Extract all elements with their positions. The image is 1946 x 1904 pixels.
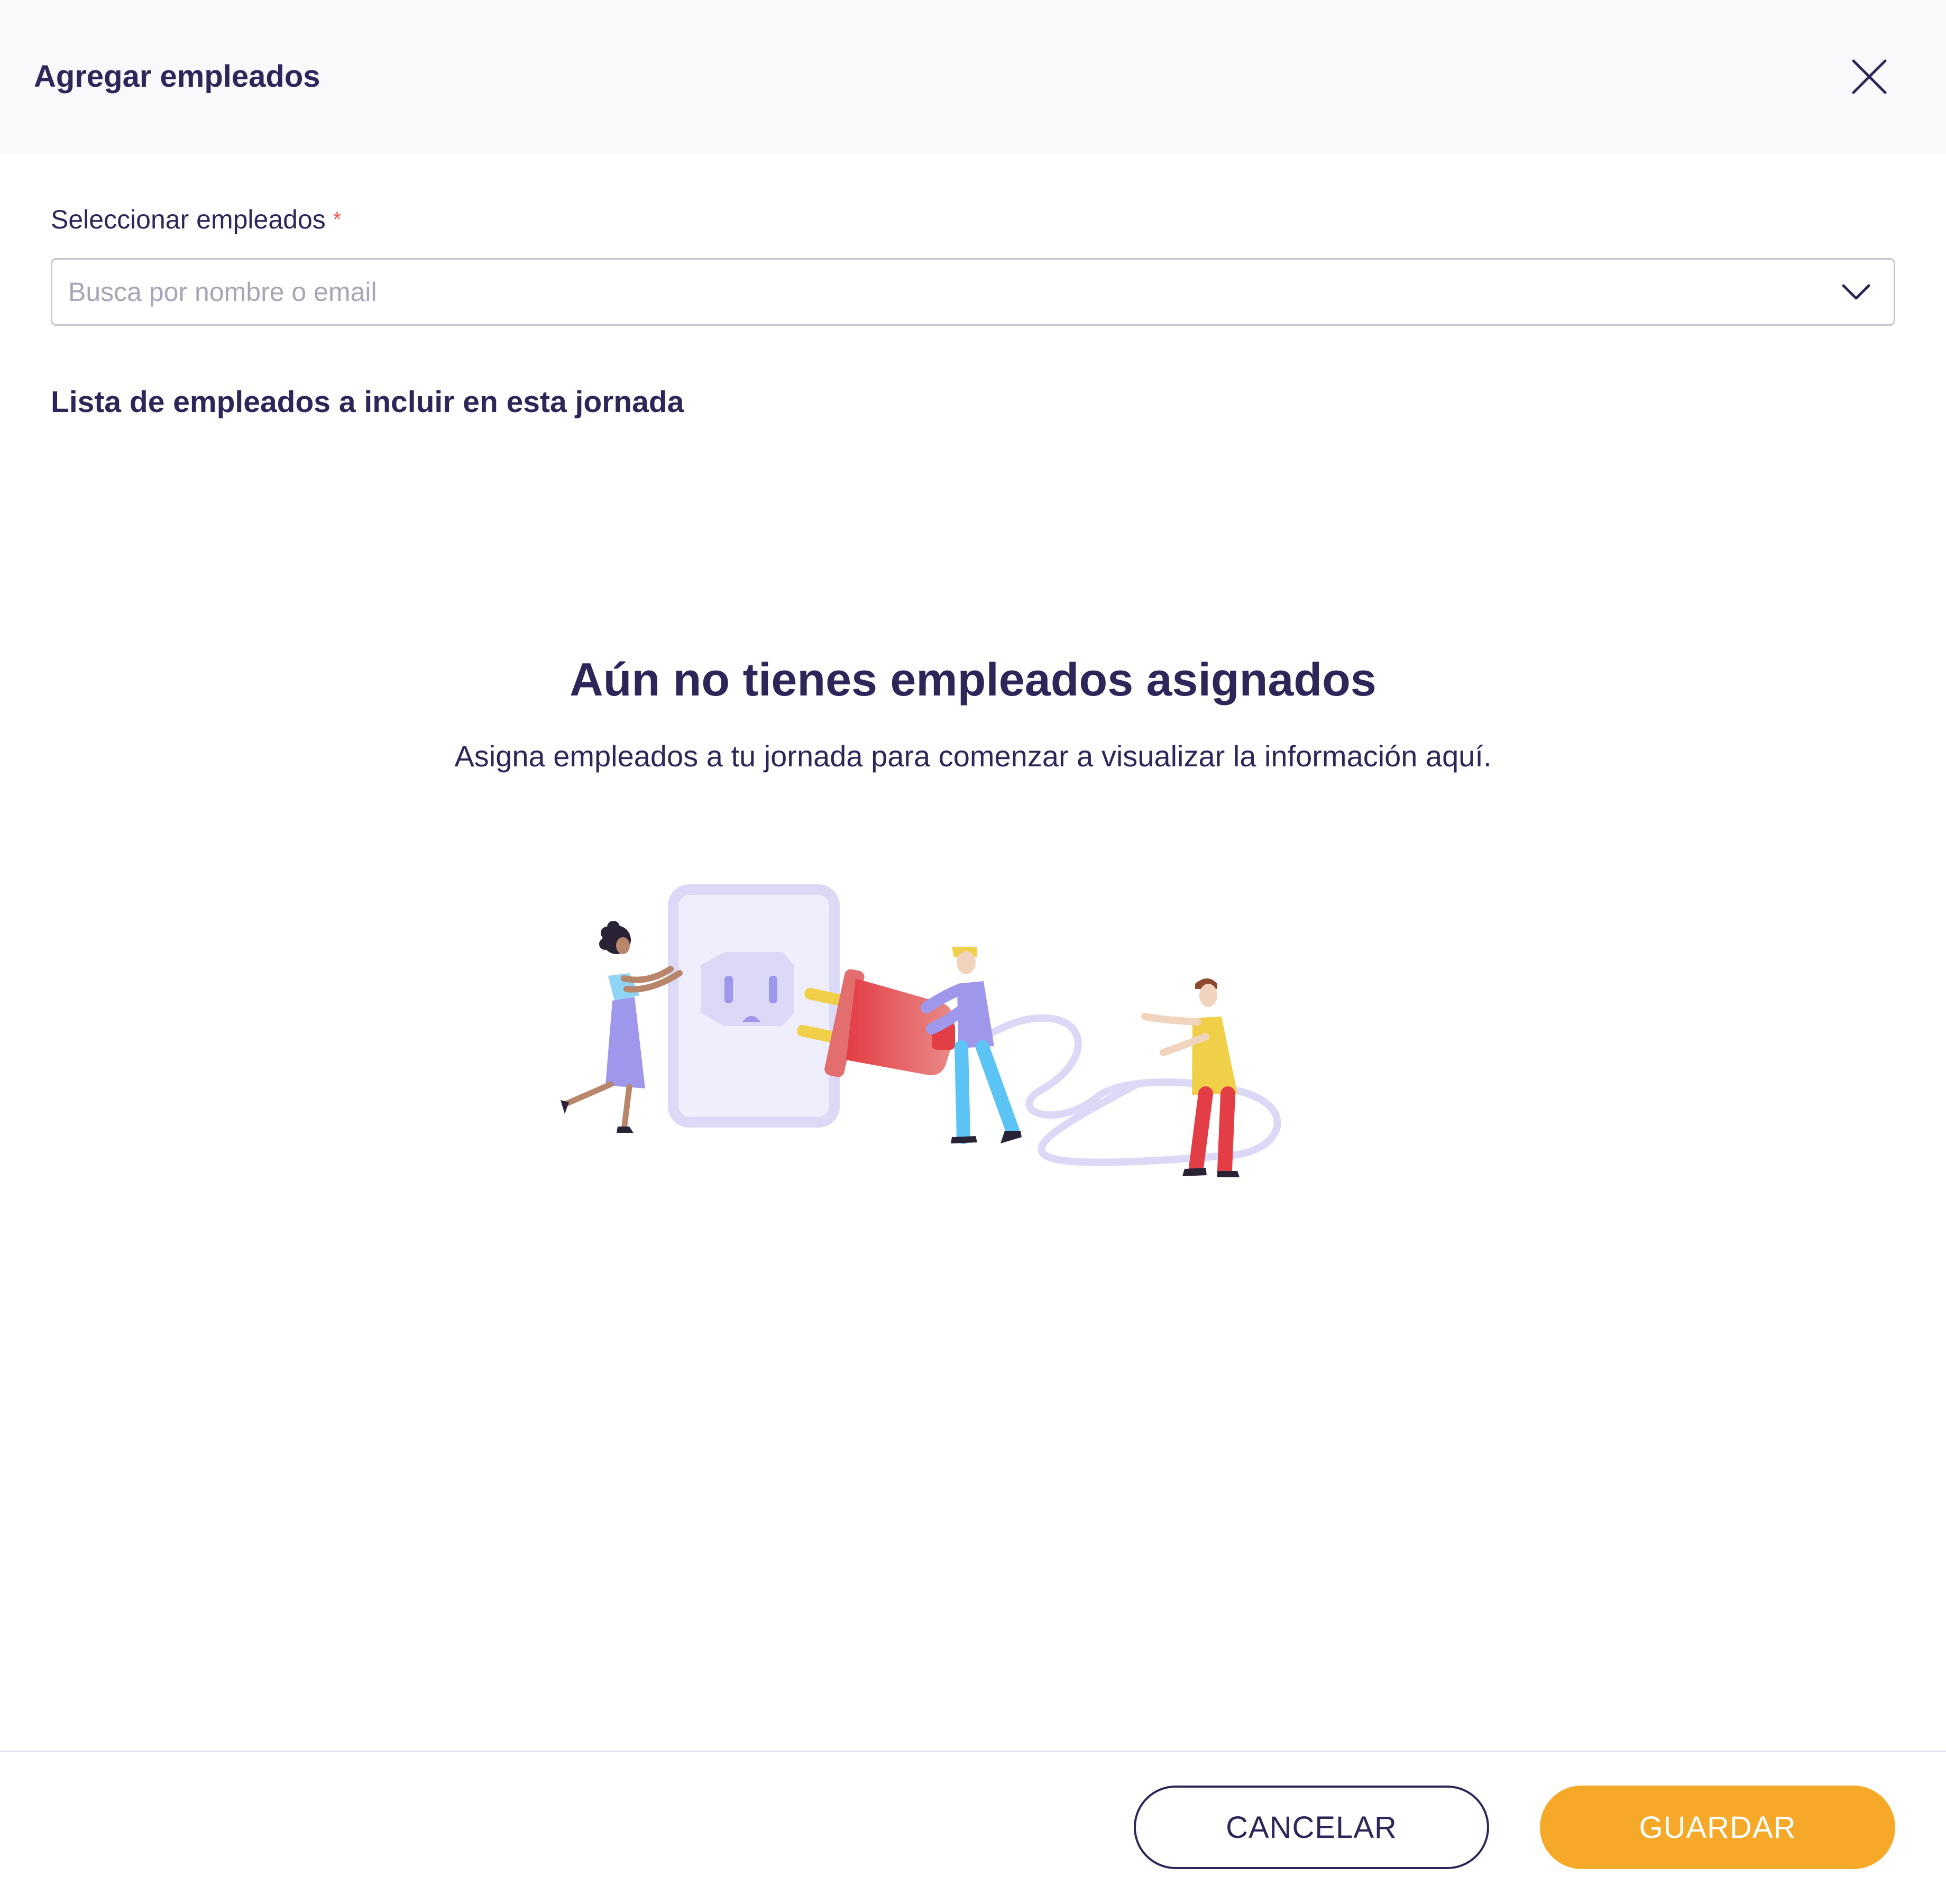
- empty-state-title: Aún no tienes empleados asignados: [570, 653, 1376, 706]
- close-button[interactable]: [1846, 56, 1893, 98]
- close-icon: [1852, 59, 1887, 94]
- required-mark: *: [333, 208, 342, 231]
- select-employees-label-text: Seleccionar empleados: [51, 205, 326, 234]
- modal-header: Agregar empleados: [0, 0, 1946, 153]
- chevron-down-icon[interactable]: [1840, 276, 1872, 308]
- add-employees-modal: Agregar empleados Seleccionar empleados *…: [0, 0, 1946, 1904]
- save-button[interactable]: GUARDAR: [1540, 1786, 1895, 1869]
- select-employees-label: Seleccionar empleados *: [51, 201, 341, 238]
- empty-state-subtitle: Asigna empleados a tu jornada para comen…: [454, 739, 1492, 773]
- employee-search-input[interactable]: [67, 260, 1812, 324]
- empty-state-illustration: [561, 884, 1281, 1177]
- modal-title: Agregar empleados: [34, 59, 320, 94]
- cancel-button[interactable]: CANCELAR: [1134, 1786, 1489, 1869]
- employee-select[interactable]: [51, 258, 1895, 326]
- employee-list-title: Lista de empleados a incluir en esta jor…: [51, 385, 684, 419]
- footer-divider: [0, 1751, 1946, 1752]
